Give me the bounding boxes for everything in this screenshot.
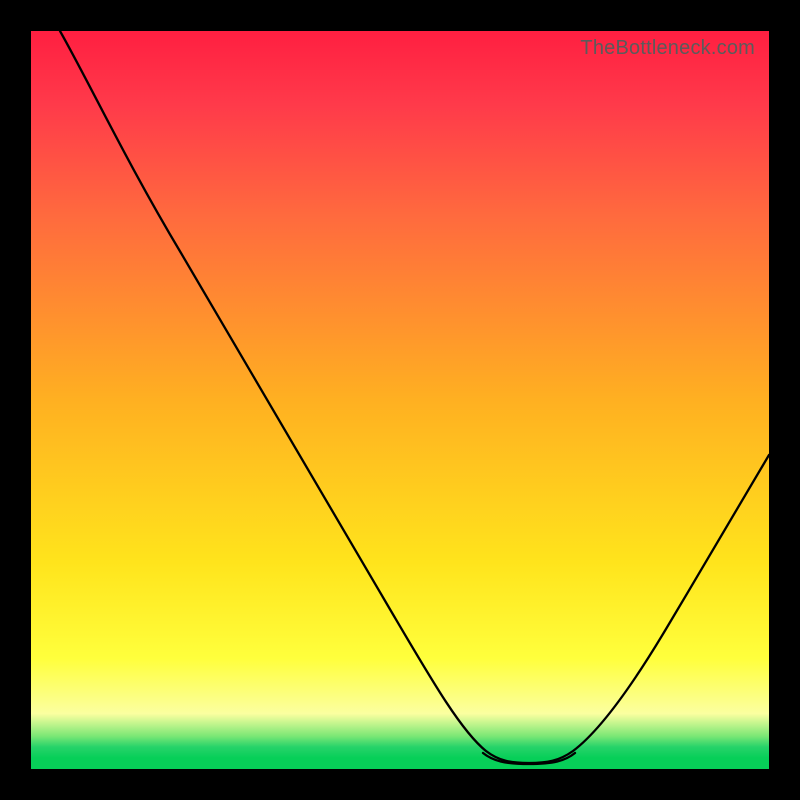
chart-frame: TheBottleneck.com (0, 0, 800, 800)
curve-layer (31, 31, 769, 769)
watermark-text: TheBottleneck.com (580, 37, 755, 60)
optimal-range-marker (483, 753, 575, 764)
bottleneck-curve (60, 31, 769, 763)
plot-area: TheBottleneck.com (31, 31, 769, 769)
